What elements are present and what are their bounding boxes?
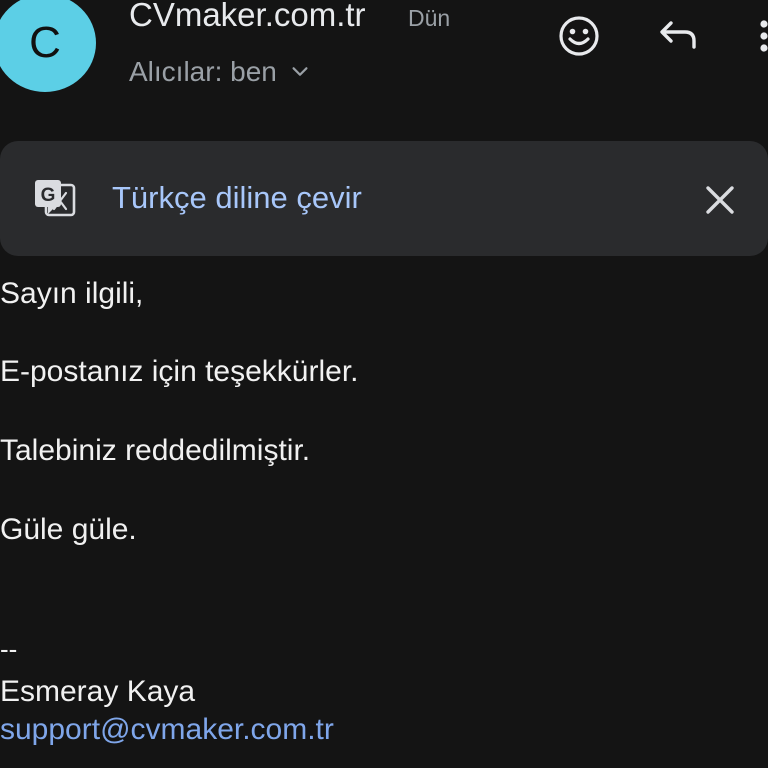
sender-avatar[interactable]: C xyxy=(0,0,96,92)
recipients-label: Alıcılar: ben xyxy=(129,56,277,87)
translate-link[interactable]: Türkçe diline çevir xyxy=(112,180,362,216)
signature-name: Esmeray Kaya xyxy=(0,675,196,708)
recipients-toggle[interactable]: Alıcılar: ben xyxy=(129,56,311,88)
avatar-letter: C xyxy=(29,18,61,67)
email-greeting: Sayın ilgili, xyxy=(0,277,144,310)
signature-email-link[interactable]: support@cvmaker.com.tr xyxy=(0,713,334,747)
close-translate-button[interactable] xyxy=(700,180,740,220)
close-icon xyxy=(706,186,734,214)
more-vert-icon xyxy=(760,20,768,52)
reply-icon xyxy=(660,21,696,49)
emoji-reaction-icon xyxy=(559,16,599,56)
email-body-line: E-postanız için teşekkürler. xyxy=(0,355,359,388)
email-closing: Güle güle. xyxy=(0,513,137,546)
signature-separator: -- xyxy=(0,634,18,664)
add-reaction-button[interactable] xyxy=(555,12,603,60)
email-body-line: Talebiniz reddedilmiştir. xyxy=(0,434,311,467)
email-date: Dün xyxy=(408,5,451,31)
google-translate-icon: G xyxy=(35,180,76,217)
chevron-down-icon xyxy=(292,67,308,76)
more-options-button[interactable] xyxy=(752,10,768,62)
svg-text:G: G xyxy=(41,185,56,206)
reply-button[interactable] xyxy=(656,15,700,55)
sender-name[interactable]: CVmaker.com.tr xyxy=(129,0,366,34)
